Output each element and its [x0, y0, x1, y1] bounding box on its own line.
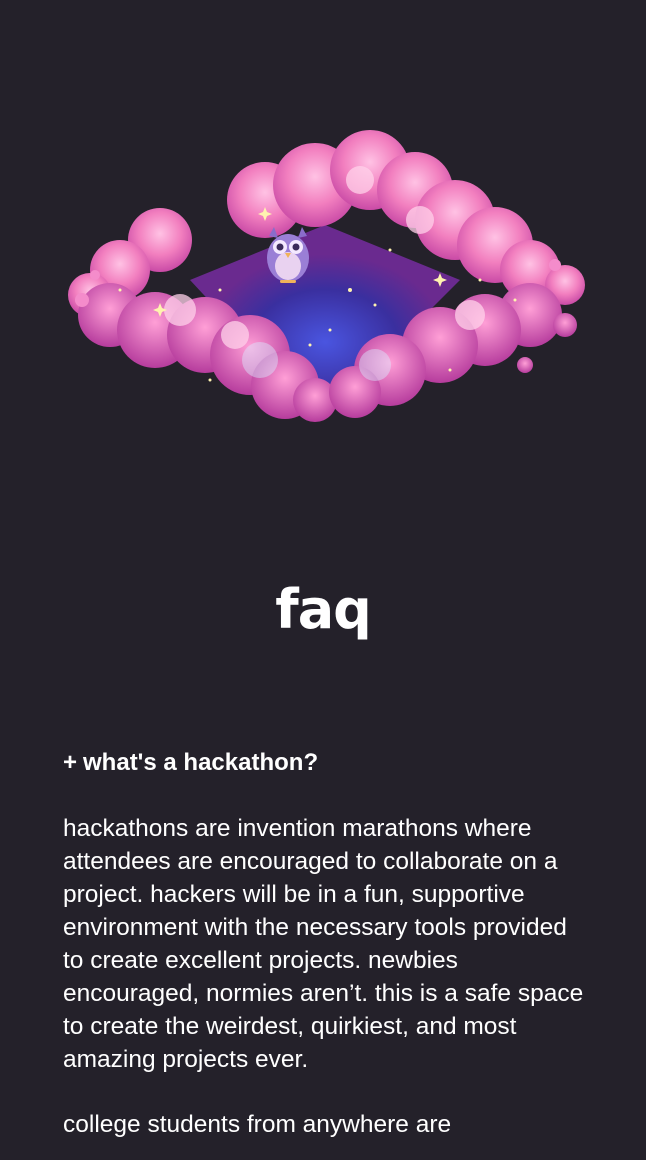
moon-cloud-owl-icon — [68, 130, 585, 422]
plus-icon: + — [63, 749, 78, 776]
faq-item: + what's a hackathon? hackathons are inv… — [63, 744, 588, 1141]
page-title: faq — [275, 578, 372, 641]
faq-question-text: what's a hackathon? — [83, 749, 319, 776]
faq-answer-continued: college students from anywhere are — [63, 1111, 452, 1138]
faq-list: + what's a hackathon? hackathons are inv… — [63, 744, 588, 1141]
faq-answer: hackathons are invention marathons where… — [63, 815, 584, 1073]
hero-illustration — [60, 130, 590, 430]
faq-question-toggle[interactable]: + what's a hackathon? — [63, 744, 588, 782]
